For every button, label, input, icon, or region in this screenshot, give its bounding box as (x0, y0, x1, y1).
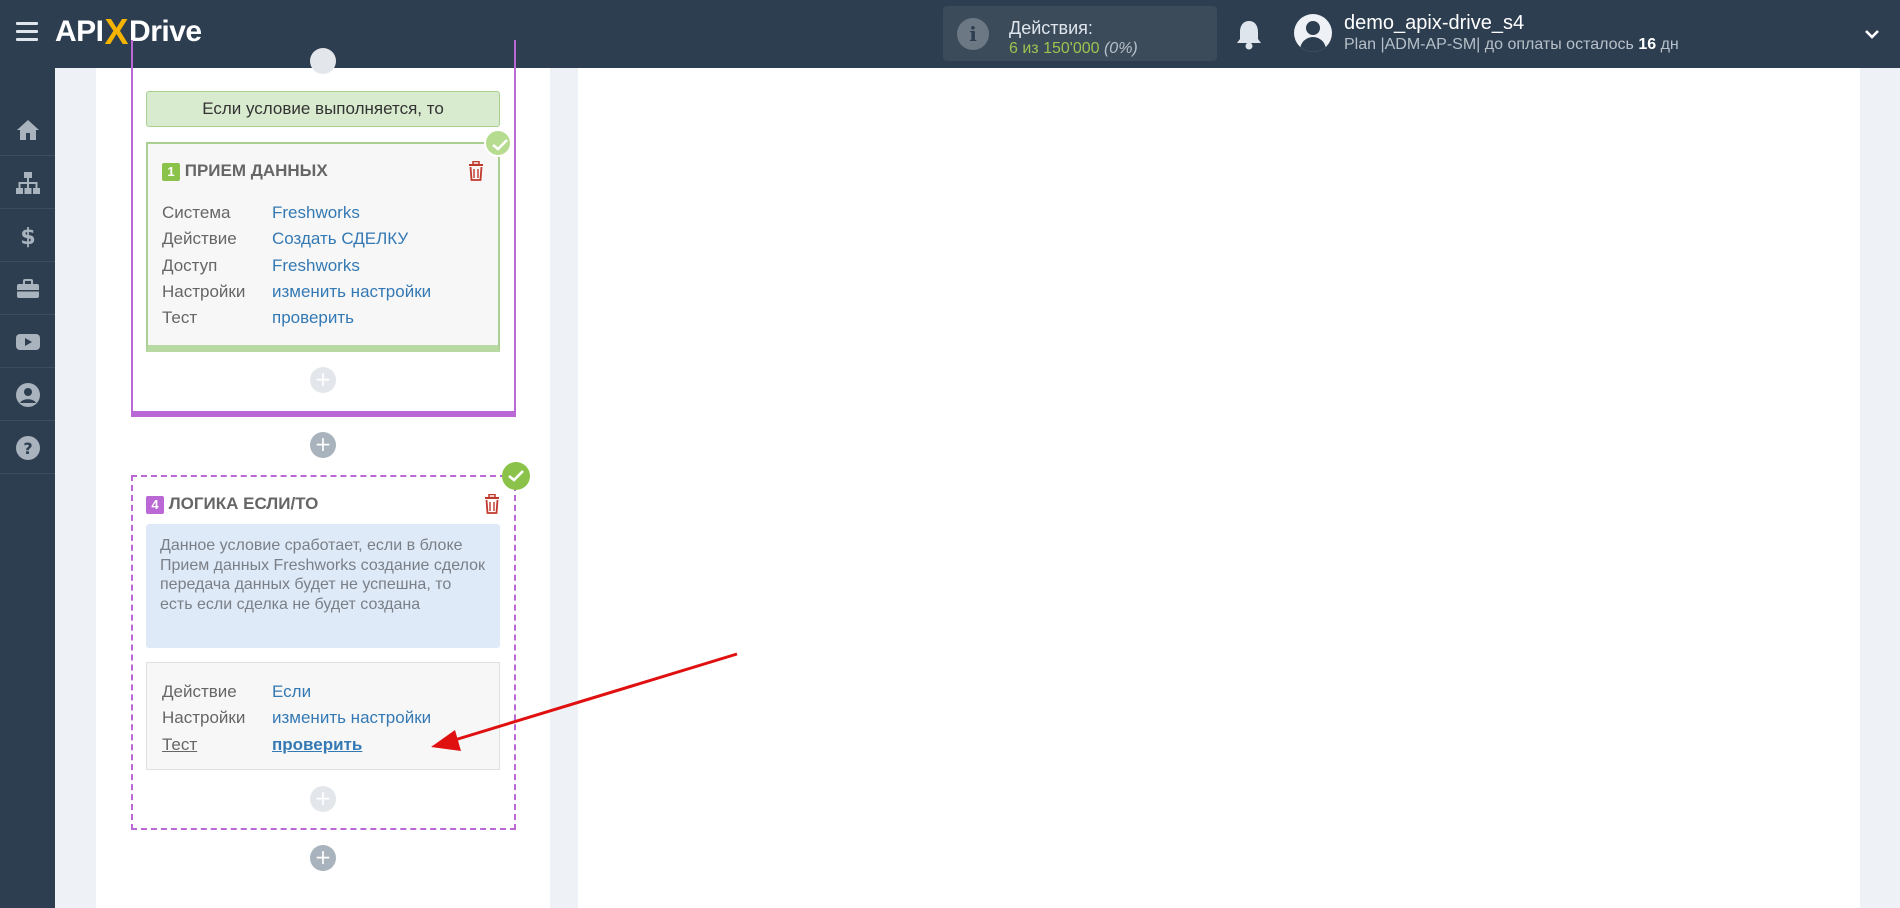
check-icon (484, 129, 512, 157)
add-block-button[interactable]: + (310, 367, 336, 393)
plan-days-unit: дн (1660, 36, 1679, 53)
delete-block-1-icon[interactable] (468, 161, 484, 181)
sidebar-item-billing[interactable]: $ (0, 210, 55, 262)
settings-link[interactable]: изменить настройки (272, 708, 431, 727)
row-key: Настройки (162, 281, 246, 301)
row-key: Доступ (162, 255, 218, 275)
row-system: Система Freshworks (162, 200, 431, 226)
dollar-icon: $ (20, 225, 35, 249)
row-key: Тест (162, 734, 198, 754)
check-icon (502, 462, 530, 490)
block-title: 4 ЛОГИКА ЕСЛИ/ТО (146, 494, 318, 514)
logic-details-card: Действие Если Настройки изменить настройки… (146, 662, 500, 770)
plan-days: 16 (1638, 36, 1657, 53)
sidebar: $ ? (0, 68, 55, 908)
add-block-button[interactable]: + (310, 845, 336, 871)
logo-x-text: X (104, 11, 129, 52)
home-icon (16, 119, 39, 140)
actions-percent: (0%) (1103, 40, 1138, 57)
bell-icon[interactable] (1234, 18, 1264, 50)
plan-info: Plan |ADM-AP-SM| до оплаты осталось 16 д… (1344, 36, 1679, 54)
condition-label: Если условие выполняется, то (146, 91, 500, 127)
content-panel (578, 68, 1860, 908)
row-key: Настройки (162, 708, 246, 728)
actions-title: Действия: (1009, 18, 1093, 38)
system-link[interactable]: Freshworks (272, 203, 360, 222)
logo-api-text: API (55, 15, 104, 48)
svg-text:$: $ (20, 225, 35, 249)
block-number: 1 (162, 162, 180, 181)
row-settings: Настройки изменить настройки (162, 279, 431, 305)
row-action: Действие Если (162, 679, 431, 705)
row-key: Действие (162, 229, 237, 249)
info-icon: i (957, 18, 989, 50)
row-action: Действие Создать СДЕЛКУ (162, 226, 431, 252)
add-block-button[interactable]: + (310, 432, 336, 458)
actions-count: 6 из 150'000 (0%) (1009, 40, 1138, 58)
avatar-icon[interactable] (1294, 14, 1332, 52)
user-name[interactable]: demo_apix-drive_s4 (1344, 12, 1524, 35)
row-settings: Настройки изменить настройки (162, 705, 431, 731)
condition-description: Данное условие сработает, если в блоке П… (146, 524, 500, 648)
row-test: Тест проверить (162, 305, 431, 331)
test-link[interactable]: проверить (272, 308, 354, 327)
block-title-text: ЛОГИКА ЕСЛИ/ТО (168, 494, 319, 513)
row-key: Действие (162, 682, 237, 701)
svg-text:?: ? (23, 439, 32, 458)
sitemap-icon (15, 171, 40, 194)
block-details: Действие Если Настройки изменить настройки… (162, 679, 431, 758)
youtube-icon (15, 333, 40, 350)
settings-link[interactable]: изменить настройки (272, 282, 431, 301)
menu-icon[interactable] (16, 22, 38, 42)
sidebar-item-help[interactable]: ? (0, 422, 55, 474)
block-number: 4 (146, 495, 164, 514)
data-receive-block[interactable]: 1 ПРИЕМ ДАННЫХ Система Freshworks Действи… (146, 142, 500, 352)
sidebar-item-profile[interactable] (0, 369, 55, 421)
action-link[interactable]: Создать СДЕЛКУ (272, 229, 408, 248)
add-block-button[interactable]: + (310, 786, 336, 812)
delete-block-4-icon[interactable] (484, 494, 500, 514)
help-icon: ? (15, 435, 40, 460)
access-link[interactable]: Freshworks (272, 256, 360, 275)
actions-counter: i Действия: 6 из 150'000 (0%) (943, 6, 1217, 61)
briefcase-icon (16, 278, 39, 298)
block-title: 1 ПРИЕМ ДАННЫХ (162, 161, 328, 181)
actions-count-value: 6 из 150'000 (1009, 40, 1100, 57)
test-link[interactable]: проверить (272, 735, 362, 754)
sidebar-item-connections[interactable] (0, 157, 55, 209)
row-test: Тест проверить (162, 732, 431, 758)
action-link[interactable]: Если (272, 682, 311, 701)
block-details: Система Freshworks Действие Создать СДЕЛКУ… (162, 200, 431, 331)
chevron-down-icon[interactable] (1864, 26, 1880, 42)
user-circle-icon (15, 382, 40, 407)
row-key: Система (162, 203, 231, 222)
block-title-text: ПРИЕМ ДАННЫХ (184, 161, 328, 180)
sidebar-item-home[interactable] (0, 104, 55, 156)
plan-text: Plan |ADM-AP-SM| до оплаты осталось (1344, 36, 1634, 53)
sidebar-item-video[interactable] (0, 316, 55, 368)
row-access: Доступ Freshworks (162, 253, 431, 279)
sidebar-item-briefcase[interactable] (0, 263, 55, 315)
row-key: Тест (162, 308, 198, 328)
